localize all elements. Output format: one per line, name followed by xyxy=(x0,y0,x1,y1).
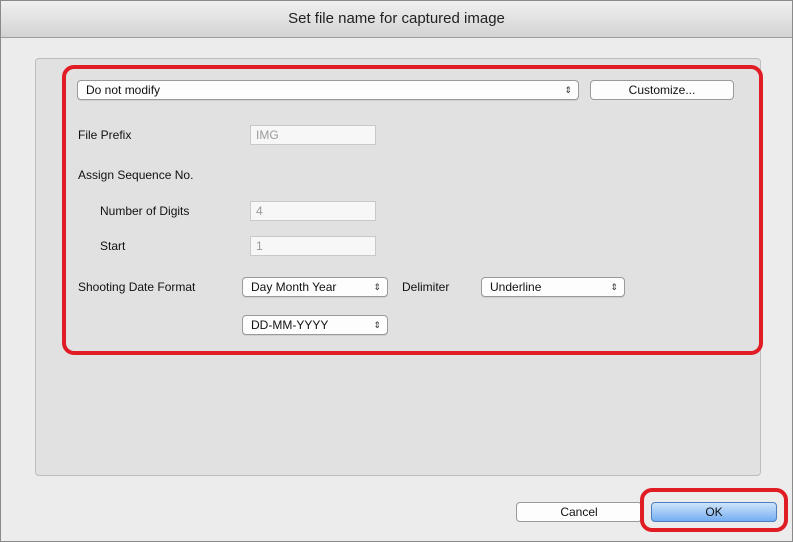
shooting-date-format-label: Shooting Date Format xyxy=(78,280,196,294)
settings-group xyxy=(35,58,761,476)
cancel-button[interactable]: Cancel xyxy=(516,502,642,522)
dialog-window: Set file name for captured image Do not … xyxy=(0,0,793,542)
file-prefix-label: File Prefix xyxy=(78,128,132,142)
number-of-digits-field[interactable]: 4 xyxy=(250,201,376,221)
preset-popup[interactable]: Do not modify ⇕ xyxy=(77,80,579,100)
updown-arrows-icon: ⇕ xyxy=(564,85,572,95)
updown-arrows-icon: ⇕ xyxy=(373,282,381,292)
delimiter-popup-value: Underline xyxy=(490,280,542,294)
date-pattern-popup[interactable]: DD-MM-YYYY ⇕ xyxy=(242,315,388,335)
file-prefix-field[interactable]: IMG xyxy=(250,125,376,145)
start-field[interactable]: 1 xyxy=(250,236,376,256)
title-bar: Set file name for captured image xyxy=(1,1,792,38)
assign-sequence-label: Assign Sequence No. xyxy=(78,168,194,182)
number-of-digits-label: Number of Digits xyxy=(100,204,190,218)
delimiter-popup[interactable]: Underline ⇕ xyxy=(481,277,625,297)
preset-popup-value: Do not modify xyxy=(86,83,161,97)
ok-button[interactable]: OK xyxy=(651,502,777,522)
window-title: Set file name for captured image xyxy=(288,10,505,27)
date-format-popup-value: Day Month Year xyxy=(251,280,337,294)
delimiter-label: Delimiter xyxy=(402,280,450,294)
date-format-popup[interactable]: Day Month Year ⇕ xyxy=(242,277,388,297)
start-label: Start xyxy=(100,239,126,253)
updown-arrows-icon: ⇕ xyxy=(610,282,618,292)
date-pattern-popup-value: DD-MM-YYYY xyxy=(251,318,329,332)
customize-button[interactable]: Customize... xyxy=(590,80,734,100)
updown-arrows-icon: ⇕ xyxy=(373,320,381,330)
